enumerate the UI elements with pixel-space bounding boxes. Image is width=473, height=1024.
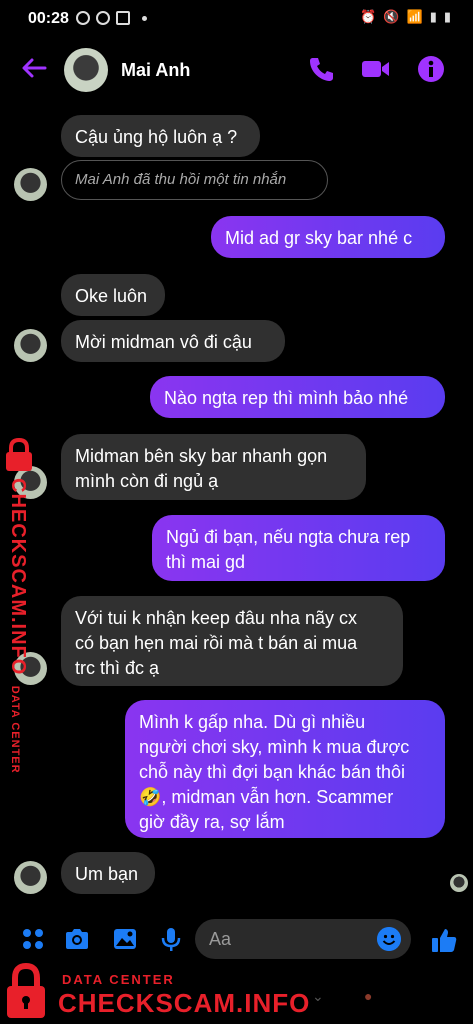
- message-line: chỗ này thì đợi bạn khác bán thôi: [139, 762, 405, 782]
- message-line: thì mai gd: [166, 552, 246, 572]
- recalled-message-notice: Mai Anh đã thu hồi một tin nhắn: [61, 160, 328, 200]
- lock-icon: [6, 438, 32, 471]
- watermark-side-text: CHECKSCAM.INFO DATA CENTER: [6, 478, 29, 774]
- recalled-text: Mai Anh đã thu hồi một tin nhắn: [75, 171, 287, 188]
- lock-icon: [7, 962, 45, 1018]
- incoming-message[interactable]: Oke luôn: [61, 274, 165, 316]
- microphone-icon[interactable]: [158, 926, 184, 952]
- contact-avatar[interactable]: [64, 48, 108, 92]
- menu-dots-icon[interactable]: [20, 926, 46, 952]
- watermark-tagline: DATA CENTER: [62, 972, 175, 987]
- message-line: Ngủ đi bạn, nếu ngta chưa rep: [166, 527, 411, 547]
- incoming-message[interactable]: Mời midman vô đi cậu: [61, 320, 285, 362]
- message-line: trc thì đc ạ: [75, 658, 160, 678]
- outgoing-message[interactable]: Nào ngta rep thì mình bảo nhé: [150, 376, 445, 418]
- laughing-emoji-icon: 🤣: [139, 787, 162, 807]
- phone-icon[interactable]: [306, 54, 336, 84]
- message-line: mình còn đi ngủ ạ: [75, 471, 219, 491]
- status-bar: 00:28 ⏰ 🔇 📶 ▮ ▮: [0, 0, 473, 38]
- message-text: Mời midman vô đi cậu: [75, 332, 252, 352]
- gallery-icon: [116, 11, 130, 25]
- watermark-bottom: DATA CENTER CHECKSCAM.INFO: [0, 962, 309, 1024]
- watermark-tagline: DATA CENTER: [9, 685, 21, 774]
- outgoing-message[interactable]: Mid ad gr sky bar nhé c: [211, 216, 445, 258]
- message-text: Mid ad gr sky bar nhé c: [225, 228, 413, 248]
- contact-name[interactable]: Mai Anh: [121, 60, 190, 81]
- dot-icon: [142, 16, 147, 21]
- message-line: Với tui k nhận keep đâu nha nãy cx: [75, 608, 357, 628]
- message-line: giờ đầy ra, sợ lắm: [139, 812, 285, 832]
- watermark-brand: CHECKSCAM.INFO: [58, 988, 311, 1018]
- message-line: có bạn hẹn mai rồi mà t bán ai mua: [75, 633, 358, 653]
- emoji-icon[interactable]: [377, 927, 401, 951]
- message-text: Um bạn: [75, 864, 139, 884]
- outgoing-message[interactable]: Mình k gấp nha. Dù gì nhiều người chơi s…: [125, 700, 445, 838]
- message-line: Mình k gấp nha. Dù gì nhiều: [139, 712, 366, 732]
- faint-sticker-icon: ●: [364, 988, 373, 1004]
- message-line: Midman bên sky bar nhanh gọn: [75, 446, 328, 466]
- message-text: Oke luôn: [75, 286, 148, 306]
- info-icon[interactable]: [416, 54, 446, 84]
- conversation-header: Mai Anh: [0, 40, 473, 98]
- back-arrow-icon[interactable]: [20, 54, 48, 82]
- alarm-icon: ⏰: [360, 9, 377, 24]
- chrome-icon: [96, 11, 110, 25]
- incoming-message[interactable]: Midman bên sky bar nhanh gọn mình còn đi…: [61, 434, 366, 500]
- message-text: Nào ngta rep thì mình bảo nhé: [164, 388, 409, 408]
- seen-receipt-avatar: [450, 874, 468, 892]
- message-composer: [0, 912, 473, 966]
- camera-icon[interactable]: [64, 926, 90, 952]
- outgoing-message[interactable]: Ngủ đi bạn, nếu ngta chưa rep thì mai gd: [152, 515, 445, 581]
- incoming-message[interactable]: Cậu ủng hộ luôn ạ ?: [61, 115, 260, 157]
- message-text: Cậu ủng hộ luôn ạ ?: [75, 127, 238, 147]
- contact-mini-avatar[interactable]: [14, 329, 47, 362]
- message-line: người chơi sky, mình k mua được: [139, 737, 410, 757]
- signal-icon: ▮: [429, 9, 437, 24]
- wifi-icon: 📶: [406, 9, 423, 24]
- message-input[interactable]: [209, 927, 369, 951]
- video-camera-icon[interactable]: [360, 54, 390, 84]
- message-line: , midman vẫn hơn. Scammer: [161, 787, 394, 807]
- status-notification-icons: [76, 11, 147, 25]
- battery-icon: ▮: [443, 9, 451, 24]
- status-time: 00:28: [28, 10, 69, 27]
- watermark-side: CHECKSCAM.INFO DATA CENTER: [0, 438, 46, 774]
- watermark-brand: CHECKSCAM.INFO: [7, 478, 29, 676]
- incoming-message[interactable]: Um bạn: [61, 852, 155, 894]
- image-icon[interactable]: [112, 926, 138, 952]
- faint-sticker-icon: ⌄: [312, 988, 324, 1004]
- contact-mini-avatar[interactable]: [14, 861, 47, 894]
- status-system-icons: ⏰ 🔇 📶 ▮ ▮: [360, 9, 451, 25]
- thumbs-up-icon[interactable]: [430, 926, 458, 954]
- incoming-message[interactable]: Với tui k nhận keep đâu nha nãy cx có bạ…: [61, 596, 403, 686]
- contact-mini-avatar[interactable]: [14, 168, 47, 201]
- mute-icon: 🔇: [383, 9, 400, 24]
- chrome-icon: [76, 11, 90, 25]
- message-input-box[interactable]: [195, 919, 411, 959]
